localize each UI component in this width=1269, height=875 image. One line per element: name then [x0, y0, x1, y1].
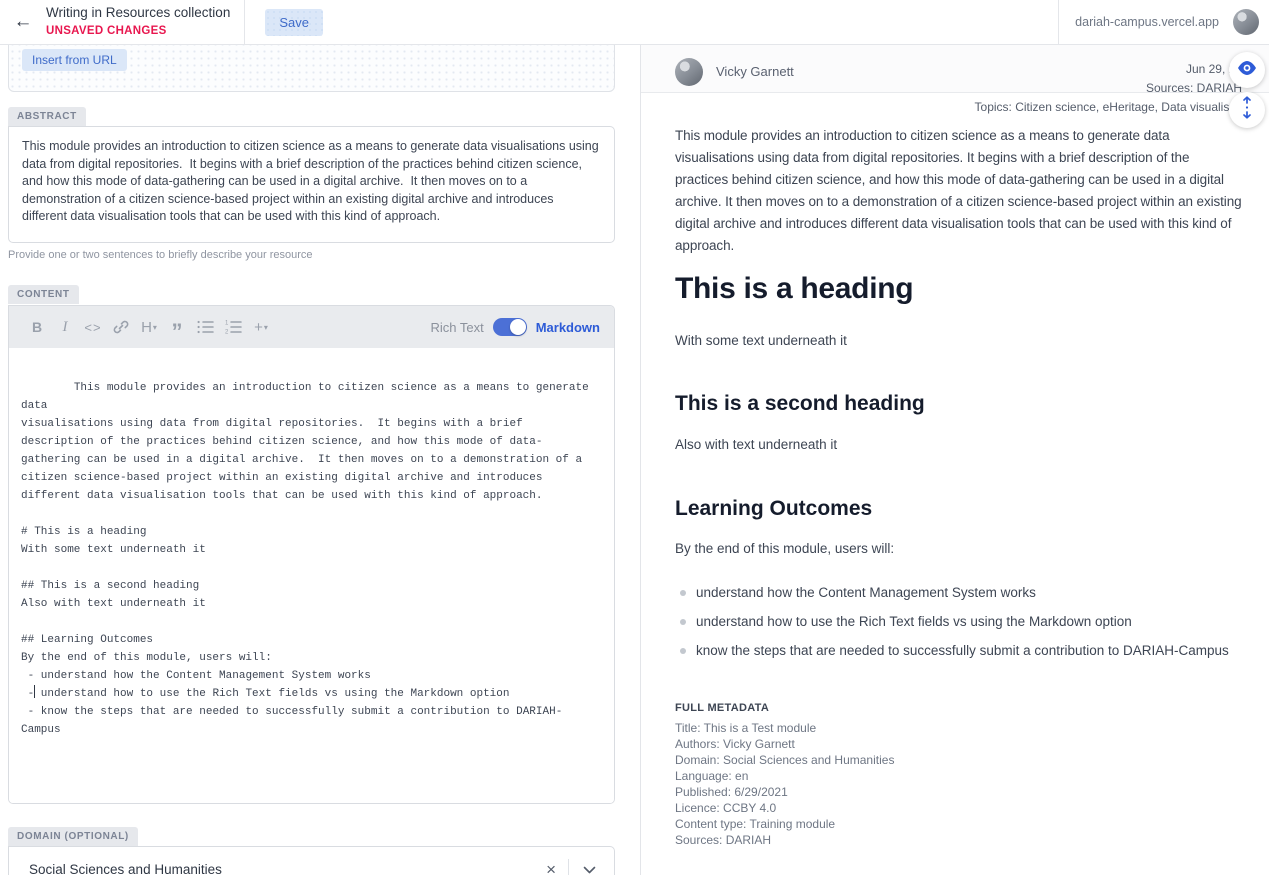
- plus-glyph: +: [254, 319, 263, 336]
- publish-date: Jun 29, 20: [975, 60, 1242, 79]
- rich-text-label: Rich Text: [430, 320, 483, 335]
- domain-selected-value: Social Sciences and Humanities: [29, 862, 534, 875]
- author-avatar: [675, 58, 703, 86]
- content-editor: B I <> H▾ ”: [8, 305, 615, 804]
- editor-toolbar: B I <> H▾ ”: [9, 306, 614, 348]
- document-title-block: Writing in Resources collection UNSAVED …: [46, 5, 230, 38]
- editor-form-panel: Insert from URL ABSTRACT This module pro…: [0, 45, 640, 875]
- heading-icon[interactable]: H▾: [135, 313, 163, 341]
- code-icon[interactable]: <>: [79, 313, 107, 341]
- text-cursor: [34, 685, 35, 698]
- heading-glyph: H: [141, 319, 152, 336]
- preview-panel: Vicky Garnett Jun 29, 20 Sources: DARIAH…: [640, 45, 1269, 875]
- editor-mode-switch: Rich Text Markdown: [430, 318, 600, 336]
- metadata-rows: Title: This is a Test module Authors: Vi…: [675, 720, 1242, 848]
- bullet-list-icon[interactable]: [191, 313, 219, 341]
- insert-from-url-button[interactable]: Insert from URL: [22, 49, 127, 71]
- back-arrow-icon: ←: [14, 11, 33, 33]
- outcomes-intro: By the end of this module, users will:: [675, 539, 1242, 559]
- domain-field-label: DOMAIN (OPTIONAL): [8, 827, 138, 846]
- svg-text:2: 2: [225, 330, 229, 335]
- metadata-row: Domain: Social Sciences and Humanities: [675, 752, 1242, 768]
- metadata-row: Title: This is a Test module: [675, 720, 1242, 736]
- svg-text:1: 1: [225, 321, 229, 327]
- page-title: Writing in Resources collection: [46, 5, 230, 22]
- eye-icon: [1237, 61, 1257, 80]
- metadata-row: Authors: Vicky Garnett: [675, 736, 1242, 752]
- preview-heading-1-text: With some text underneath it: [675, 331, 1242, 351]
- full-metadata-section: FULL METADATA Title: This is a Test modu…: [675, 702, 1242, 848]
- metadata-row: Published: 6/29/2021: [675, 784, 1242, 800]
- metadata-row: Sources: DARIAH: [675, 832, 1242, 848]
- unsaved-changes-badge: UNSAVED CHANGES: [46, 24, 230, 38]
- outcomes-list: understand how the Content Management Sy…: [675, 583, 1242, 661]
- markdown-label: Markdown: [536, 320, 600, 335]
- abstract-field-label: ABSTRACT: [8, 107, 86, 126]
- preview-meta-block: Jun 29, 20 Sources: DARIAH Topics: Citiz…: [975, 60, 1242, 117]
- chevron-down-icon[interactable]: [569, 866, 602, 874]
- domain-select[interactable]: Social Sciences and Humanities ×: [8, 846, 615, 875]
- content-field-label: CONTENT: [8, 285, 79, 304]
- sources-line: Sources: DARIAH: [975, 79, 1242, 98]
- italic-icon[interactable]: I: [51, 313, 79, 341]
- scroll-sync-icon: [1241, 96, 1253, 124]
- preview-paragraph: This module provides an introduction to …: [675, 125, 1242, 257]
- heading-caret-icon: ▾: [153, 323, 157, 332]
- markdown-source-text: This module provides an introduction to …: [21, 382, 595, 736]
- abstract-input[interactable]: This module provides an introduction to …: [8, 126, 615, 243]
- featured-image-dropzone[interactable]: Insert from URL: [8, 45, 615, 92]
- scroll-sync-button[interactable]: [1229, 92, 1265, 128]
- metadata-row: Content type: Training module: [675, 816, 1242, 832]
- user-avatar[interactable]: [1233, 9, 1259, 35]
- preview-heading-1: This is a heading: [675, 271, 1242, 307]
- cms-editor-window: ← Writing in Resources collection UNSAVE…: [0, 0, 1269, 875]
- bold-icon[interactable]: B: [23, 313, 51, 341]
- header-divider: [244, 0, 245, 45]
- preview-content: This module provides an introduction to …: [641, 125, 1269, 848]
- preview-learning-outcomes-heading: Learning Outcomes: [675, 496, 1242, 522]
- header-divider-right: [1058, 0, 1059, 45]
- add-caret-icon: ▾: [264, 323, 268, 332]
- add-block-icon[interactable]: +▾: [247, 313, 275, 341]
- list-item: know the steps that are needed to succes…: [696, 641, 1242, 661]
- toggle-knob: [510, 319, 526, 335]
- link-icon[interactable]: [107, 313, 135, 341]
- blockquote-icon[interactable]: ”: [163, 313, 191, 341]
- markdown-textarea[interactable]: This module provides an introduction to …: [9, 348, 614, 803]
- list-item: understand how to use the Rich Text fiel…: [696, 612, 1242, 632]
- back-button[interactable]: ←: [0, 0, 46, 44]
- clear-icon[interactable]: ×: [534, 860, 568, 875]
- topics-line: Topics: Citizen science, eHeritage, Data…: [975, 98, 1242, 117]
- abstract-helper-text: Provide one or two sentences to briefly …: [8, 249, 615, 261]
- site-domain: dariah-campus.vercel.app: [1075, 15, 1219, 29]
- metadata-row: Language: en: [675, 768, 1242, 784]
- numbered-list-icon[interactable]: 1 2: [219, 313, 247, 341]
- preview-heading-2-text: Also with text underneath it: [675, 435, 1242, 455]
- list-item: understand how the Content Management Sy…: [696, 583, 1242, 603]
- metadata-row: Licence: CCBY 4.0: [675, 800, 1242, 816]
- save-button[interactable]: Save: [265, 9, 323, 36]
- markdown-toggle[interactable]: [493, 318, 527, 336]
- full-metadata-label: FULL METADATA: [675, 702, 1242, 714]
- author-name: Vicky Garnett: [716, 64, 794, 79]
- top-bar: ← Writing in Resources collection UNSAVE…: [0, 0, 1269, 45]
- preview-heading-2: This is a second heading: [675, 391, 1242, 417]
- preview-visibility-button[interactable]: [1229, 52, 1265, 88]
